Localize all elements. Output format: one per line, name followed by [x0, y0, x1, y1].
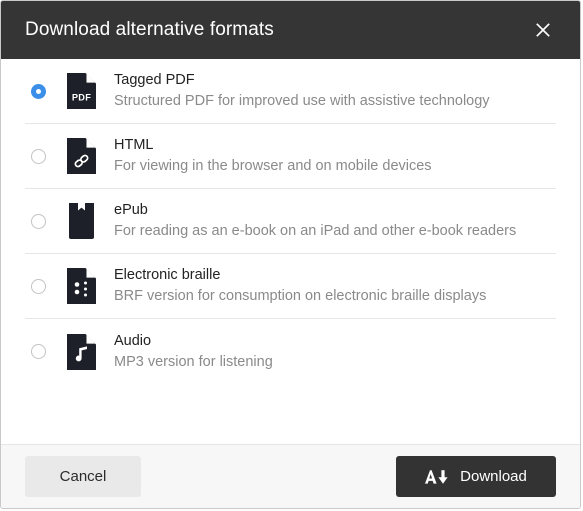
radio-tagged-pdf[interactable]: [31, 83, 46, 99]
html-link-file-icon: [66, 138, 96, 174]
close-icon[interactable]: [528, 15, 558, 45]
format-text-tagged-pdf: Tagged PDF Structured PDF for improved u…: [114, 71, 490, 110]
pdf-file-icon: PDF: [66, 73, 96, 109]
download-formats-dialog: Download alternative formats PDF Tagged …: [0, 0, 581, 509]
braille-file-icon: [66, 268, 96, 304]
format-title: Audio: [114, 332, 152, 349]
format-option-html[interactable]: HTML For viewing in the browser and on m…: [25, 124, 556, 189]
format-text-electronic-braille: Electronic braille BRF version for consu…: [114, 266, 486, 305]
format-options-list: PDF Tagged PDF Structured PDF for improv…: [1, 59, 580, 444]
dialog-footer: Cancel Download: [1, 444, 580, 508]
download-button[interactable]: Download: [396, 456, 556, 497]
dialog-title: Download alternative formats: [25, 19, 274, 40]
epub-book-icon: [66, 203, 96, 239]
audio-note-file-icon: [66, 333, 96, 370]
format-option-electronic-braille[interactable]: Electronic braille BRF version for consu…: [25, 254, 556, 319]
radio-html[interactable]: [31, 148, 46, 164]
format-option-epub[interactable]: ePub For reading as an e-book on an iPad…: [25, 189, 556, 254]
format-title: Tagged PDF: [114, 72, 195, 89]
svg-text:PDF: PDF: [71, 93, 90, 103]
format-description: For viewing in the browser and on mobile…: [114, 158, 432, 174]
format-text-audio: Audio MP3 version for listening: [114, 332, 273, 371]
format-description: MP3 version for listening: [114, 353, 273, 370]
format-description: BRF version for consumption on electroni…: [114, 288, 487, 304]
radio-electronic-braille[interactable]: [31, 278, 46, 294]
format-text-epub: ePub For reading as an e-book on an iPad…: [114, 201, 516, 240]
format-option-audio[interactable]: Audio MP3 version for listening: [25, 319, 556, 384]
format-text-html: HTML For viewing in the browser and on m…: [114, 136, 432, 175]
cancel-button[interactable]: Cancel: [25, 456, 141, 497]
format-title: HTML: [114, 137, 154, 154]
format-title: Electronic braille: [114, 267, 221, 284]
radio-epub[interactable]: [31, 213, 46, 229]
download-button-label: Download: [460, 468, 527, 485]
format-description: For reading as an e-book on an iPad and …: [114, 223, 517, 239]
accessible-download-icon: [425, 469, 451, 485]
format-description: Structured PDF for improved use with ass…: [114, 93, 490, 109]
format-option-tagged-pdf[interactable]: PDF Tagged PDF Structured PDF for improv…: [25, 59, 556, 124]
format-title: ePub: [114, 202, 148, 219]
dialog-header: Download alternative formats: [1, 1, 580, 59]
radio-audio[interactable]: [31, 344, 46, 359]
